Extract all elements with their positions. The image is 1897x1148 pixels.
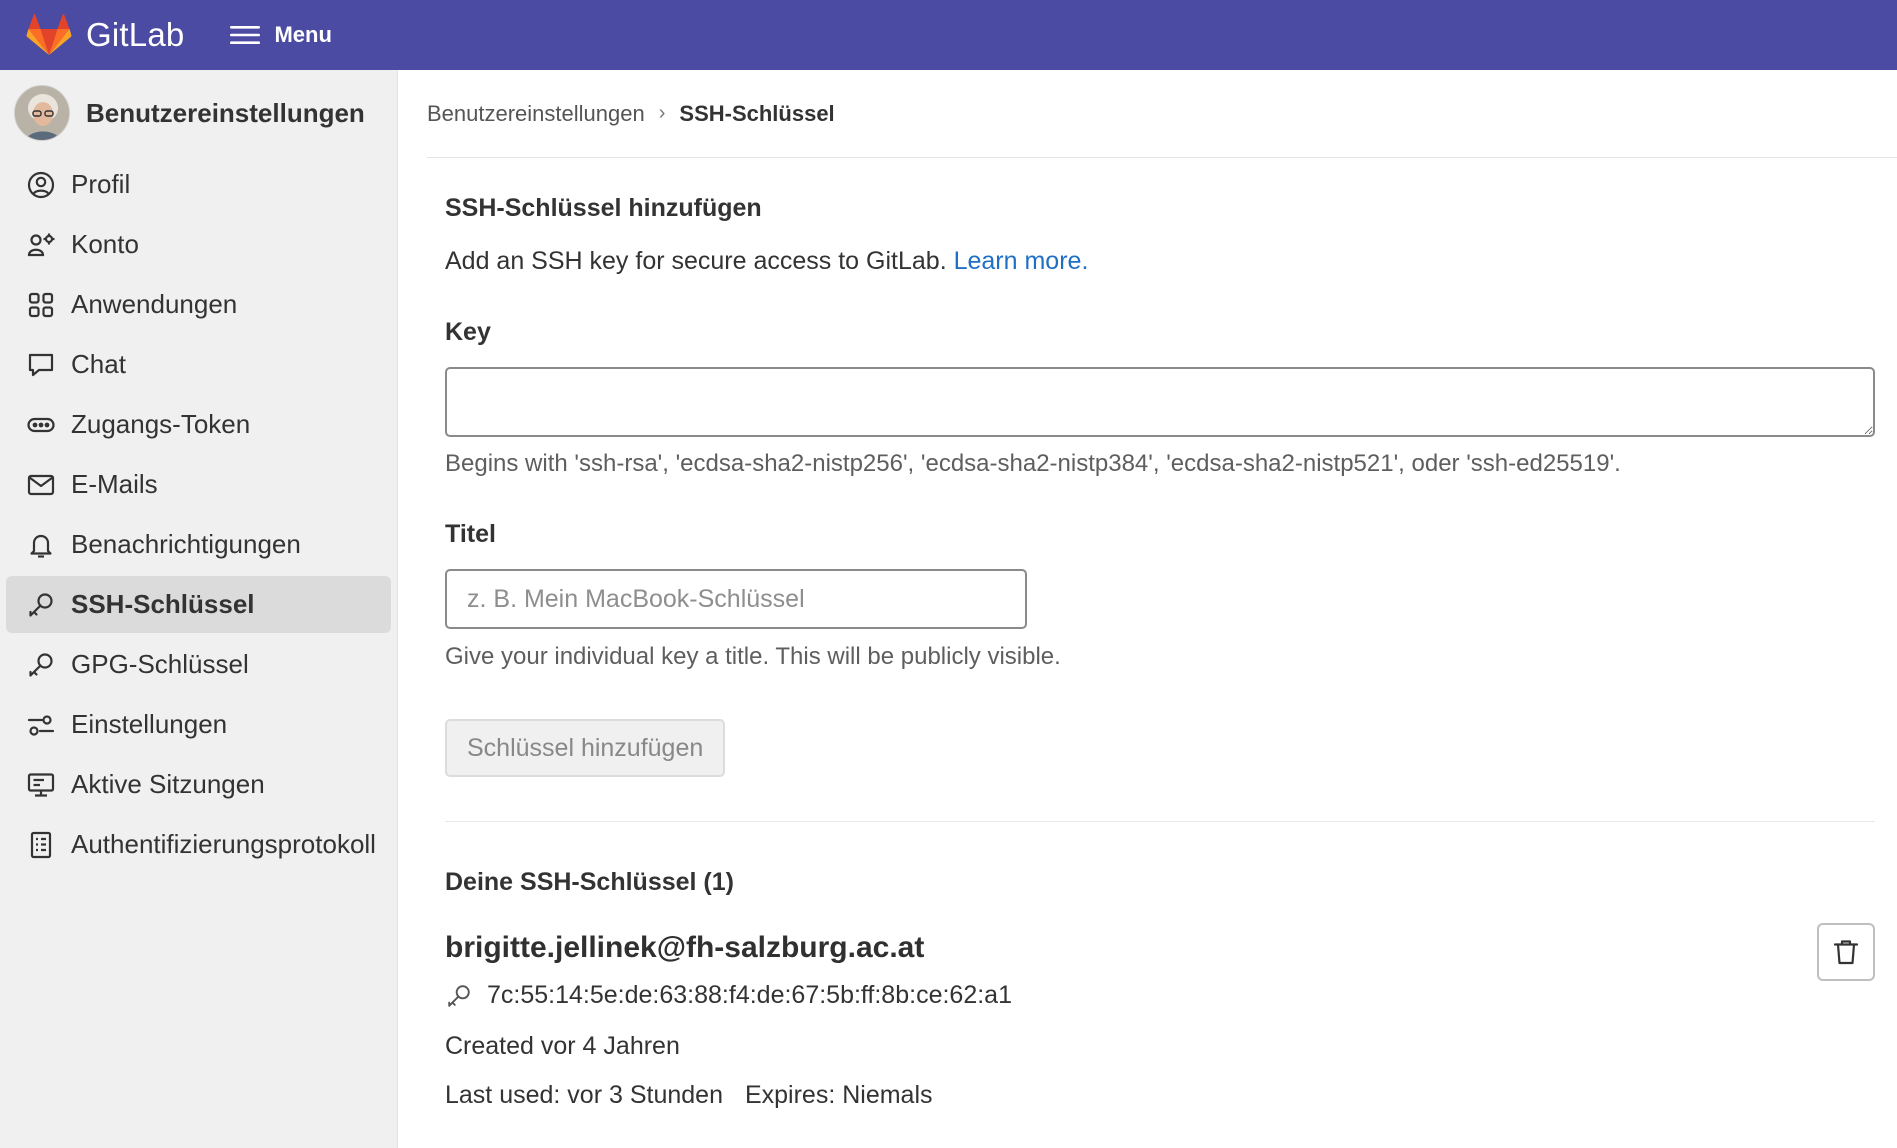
fingerprint-row: 7c:55:14:5e:de:63:88:f4:de:67:5b:ff:8b:c… bbox=[445, 981, 1875, 1010]
top-navigation-bar: GitLab Menu bbox=[0, 0, 1897, 70]
add-ssh-key-heading: SSH-Schlüssel hinzufügen bbox=[445, 194, 762, 222]
preferences-icon bbox=[26, 710, 56, 740]
bell-icon bbox=[26, 530, 56, 560]
your-ssh-keys-heading: Deine SSH-Schlüssel (1) bbox=[445, 868, 734, 896]
key-textarea[interactable] bbox=[445, 367, 1875, 437]
breadcrumb-current[interactable]: SSH-Schlüssel bbox=[679, 101, 834, 127]
title-input[interactable] bbox=[445, 569, 1027, 629]
sidebar-item-anwendungen[interactable]: Anwendungen bbox=[6, 276, 391, 333]
sidebar-item-label: SSH-Schlüssel bbox=[71, 589, 255, 619]
gitlab-home-link[interactable]: GitLab bbox=[26, 14, 184, 56]
sidebar-item-label: GPG-Schlüssel bbox=[71, 649, 249, 679]
sidebar-item-label: Zugangs-Token bbox=[71, 409, 251, 439]
hamburger-icon bbox=[230, 26, 261, 44]
ssh-key-list-item: brigitte.jellinek@fh-salzburg.ac.at 7c:5… bbox=[445, 923, 1875, 1110]
sidebar-item-label: E-Mails bbox=[71, 469, 158, 499]
sidebar-item-chat[interactable]: Chat bbox=[6, 336, 391, 393]
breadcrumb-parent-link[interactable]: Benutzereinstellungen bbox=[427, 101, 645, 127]
sidebar-item-label: Aktive Sitzungen bbox=[71, 769, 265, 799]
ssh-key-title-link[interactable]: brigitte.jellinek@fh-salzburg.ac.at bbox=[445, 931, 1875, 965]
sidebar-item-ssh-schluessel[interactable]: SSH-Schlüssel bbox=[6, 576, 391, 633]
key-icon bbox=[448, 984, 470, 1007]
monitor-icon bbox=[26, 770, 56, 800]
trash-icon bbox=[1833, 940, 1859, 965]
description-text: Add an SSH key for secure access to GitL… bbox=[445, 247, 947, 275]
learn-more-link[interactable]: Learn more. bbox=[954, 247, 1089, 275]
mail-icon bbox=[26, 470, 56, 500]
key-help-text: Begins with 'ssh-rsa', 'ecdsa-sha2-nistp… bbox=[445, 450, 1621, 477]
key-fingerprint: 7c:55:14:5e:de:63:88:f4:de:67:5b:ff:8b:c… bbox=[487, 981, 1012, 1009]
account-icon bbox=[26, 230, 56, 260]
key-icon bbox=[26, 650, 56, 680]
gitlab-logo-icon bbox=[26, 14, 72, 55]
key-usage-row: Last used: vor 3 Stunden Expires: Niemals bbox=[445, 1081, 1875, 1110]
chat-icon bbox=[26, 350, 56, 380]
sidebar-item-einstellungen[interactable]: Einstellungen bbox=[6, 696, 391, 753]
sidebar-item-benachrichtigungen[interactable]: Benachrichtigungen bbox=[6, 516, 391, 573]
sidebar-item-label: Profil bbox=[71, 169, 131, 199]
title-field-label: Titel bbox=[445, 520, 496, 548]
key-field-label: Key bbox=[445, 318, 491, 346]
sidebar-nav: Profil Konto Anwendungen Chat Zugangs-To… bbox=[0, 156, 397, 873]
chevron-right-icon: › bbox=[658, 102, 666, 124]
delete-key-button[interactable] bbox=[1817, 923, 1875, 981]
ssh-keys-page: SSH-Schlüssel hinzufügen Add an SSH key … bbox=[427, 194, 1897, 1110]
key-last-used: Last used: vor 3 Stunden bbox=[445, 1081, 723, 1109]
sidebar-item-gpg-schluessel[interactable]: GPG-Schlüssel bbox=[6, 636, 391, 693]
log-icon bbox=[26, 830, 56, 860]
breadcrumb: Benutzereinstellungen › SSH-Schlüssel bbox=[427, 70, 1897, 158]
avatar bbox=[14, 85, 70, 141]
menu-label: Menu bbox=[274, 22, 332, 47]
sidebar-item-e-mails[interactable]: E-Mails bbox=[6, 456, 391, 513]
sidebar-item-zugangs-token[interactable]: Zugangs-Token bbox=[6, 396, 391, 453]
sidebar-title: Benutzereinstellungen bbox=[86, 97, 365, 128]
applications-icon bbox=[26, 290, 56, 320]
brand-name: GitLab bbox=[86, 16, 185, 53]
sidebar-item-profil[interactable]: Profil bbox=[6, 156, 391, 213]
main-content: Benutzereinstellungen › SSH-Schlüssel SS… bbox=[427, 70, 1897, 1148]
sidebar-item-label: Einstellungen bbox=[71, 709, 228, 739]
sidebar-item-konto[interactable]: Konto bbox=[6, 216, 391, 273]
profile-icon bbox=[26, 170, 56, 200]
key-expires: Expires: Niemals bbox=[744, 1081, 933, 1109]
divider bbox=[445, 821, 1875, 822]
key-icon bbox=[26, 590, 56, 620]
add-ssh-key-description: Add an SSH key for secure access to GitL… bbox=[445, 247, 1897, 276]
sidebar-header[interactable]: Benutzereinstellungen bbox=[0, 70, 397, 156]
sidebar: Benutzereinstellungen Profil Konto Anwen… bbox=[0, 70, 398, 1148]
sidebar-item-label: Konto bbox=[71, 229, 139, 259]
add-key-button[interactable]: Schlüssel hinzufügen bbox=[445, 719, 726, 777]
sidebar-item-label: Authentifizierungsprotokoll bbox=[71, 829, 376, 859]
sidebar-item-label: Chat bbox=[71, 349, 126, 379]
menu-button[interactable]: Menu bbox=[230, 22, 332, 48]
sidebar-item-aktive-sitzungen[interactable]: Aktive Sitzungen bbox=[6, 756, 391, 813]
sidebar-item-label: Benachrichtigungen bbox=[71, 529, 301, 559]
key-created: Created vor 4 Jahren bbox=[445, 1032, 680, 1060]
sidebar-item-label: Anwendungen bbox=[71, 289, 238, 319]
title-help-text: Give your individual key a title. This w… bbox=[445, 643, 1061, 670]
token-icon bbox=[26, 410, 56, 440]
sidebar-item-authentifizierungsprotokoll[interactable]: Authentifizierungsprotokoll bbox=[6, 816, 391, 873]
